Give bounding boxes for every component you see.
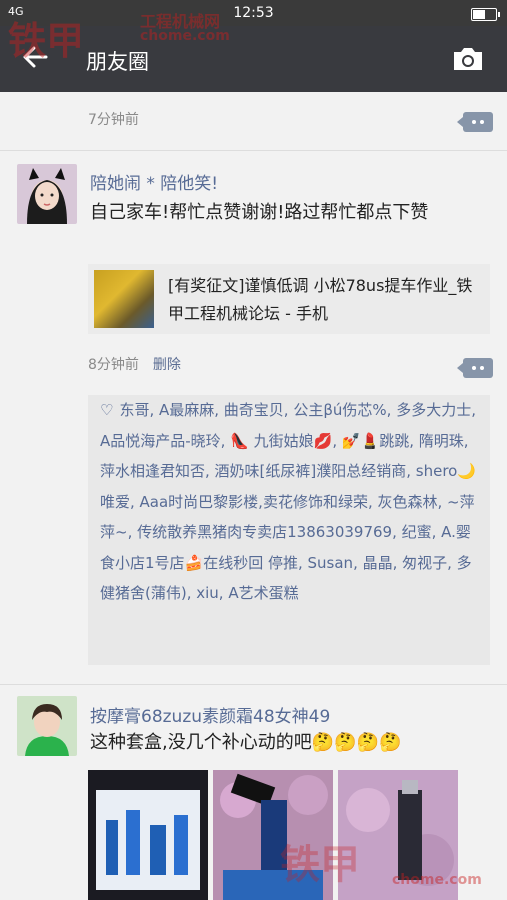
likes-list[interactable]: 东哥, A最麻麻, 曲奇宝贝, 公主βú伤芯%, 多多大力士, A品悦海产品-晓…	[100, 401, 476, 602]
post-nickname[interactable]: 陪她闹 * 陪他笑!	[90, 169, 218, 194]
comment-button[interactable]	[457, 358, 493, 378]
back-button[interactable]	[18, 42, 52, 76]
status-bar: 4G 12:53	[0, 0, 507, 26]
post-meta: 8分钟前 删除	[88, 354, 181, 374]
title-bar: 朋友圈	[0, 26, 507, 92]
battery-fill	[473, 10, 485, 19]
post-time: 8分钟前	[88, 357, 139, 373]
post-nickname[interactable]: 按摩膏68zuzu素颜霜48女神49	[90, 702, 330, 727]
avatar[interactable]	[17, 164, 77, 224]
page-title: 朋友圈	[86, 50, 149, 74]
post-time: 7分钟前	[88, 112, 139, 128]
heart-icon: ♡	[100, 401, 114, 419]
status-time: 12:53	[233, 5, 274, 21]
photo-image	[213, 770, 333, 900]
shared-link-title: [有奖征文]谨慎低调 小松78us提车作业_铁甲工程机械论坛 - 手机	[168, 276, 473, 323]
delete-link[interactable]: 删除	[153, 357, 181, 373]
divider	[0, 150, 507, 151]
camera-icon	[454, 48, 482, 70]
likes-panel: ♡ 东哥, A最麻麻, 曲奇宝贝, 公主βú伤芯%, 多多大力士, A品悦海产品-…	[88, 395, 490, 665]
photo-image	[88, 770, 208, 900]
post-photo[interactable]	[338, 770, 458, 900]
post-photo[interactable]	[213, 770, 333, 900]
battery-icon	[471, 8, 500, 21]
photo-image	[338, 770, 458, 900]
moments-timeline[interactable]: 7分钟前 陪她闹 * 陪他笑! 自己家车!帮忙点赞谢谢!路过帮忙都点下赞 [有奖…	[0, 92, 507, 900]
shared-link-thumbnail	[94, 270, 154, 328]
post-photo[interactable]	[88, 770, 208, 900]
avatar-image	[17, 164, 77, 224]
avatar-image	[17, 696, 77, 756]
comment-button[interactable]	[457, 112, 493, 132]
avatar[interactable]	[17, 696, 77, 756]
divider	[0, 684, 507, 685]
camera-button[interactable]	[451, 46, 485, 72]
post-text: 这种套盒,没几个补心动的吧🤔🤔🤔🤔	[90, 732, 402, 753]
arrow-left-icon	[23, 46, 48, 68]
shared-link-card[interactable]: [有奖征文]谨慎低调 小松78us提车作业_铁甲工程机械论坛 - 手机	[88, 264, 490, 334]
post-text: 自己家车!帮忙点赞谢谢!路过帮忙都点下赞	[90, 202, 429, 223]
